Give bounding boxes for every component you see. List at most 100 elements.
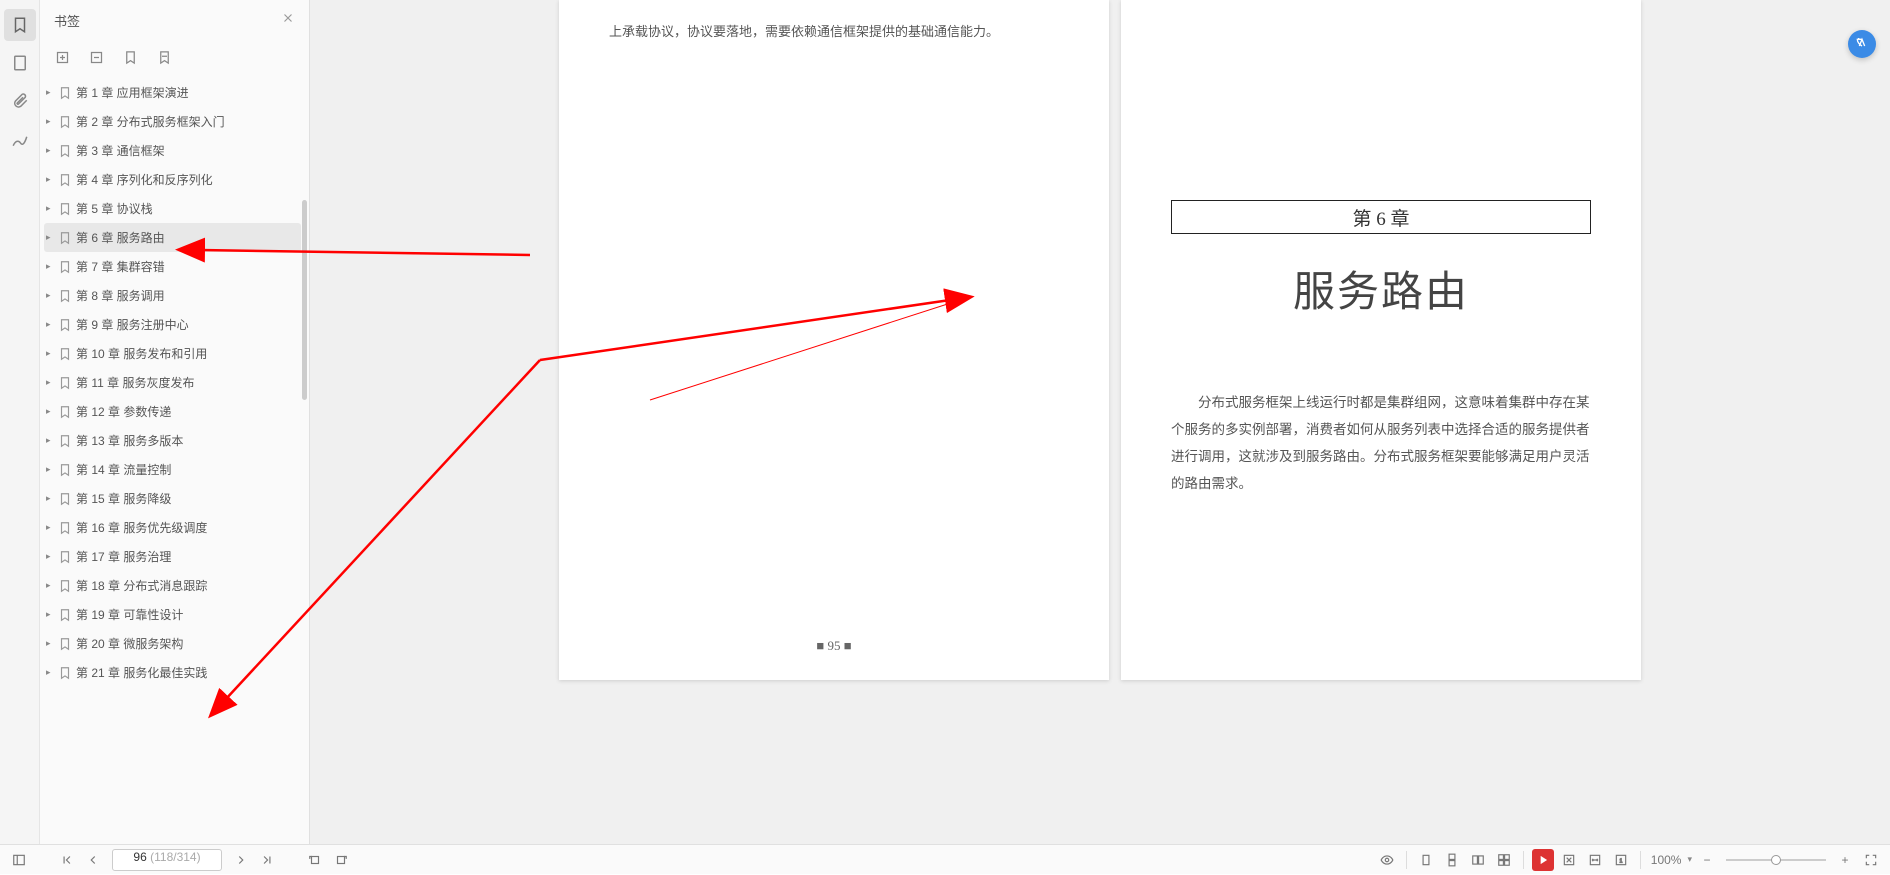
zoom-slider-thumb[interactable]: [1771, 855, 1781, 865]
expand-arrow-icon[interactable]: ▸: [46, 493, 56, 504]
bookmark-label: 第 16 章 服务优先级调度: [76, 519, 207, 536]
facing-continuous-button[interactable]: [1493, 849, 1515, 871]
bookmark-icon: [58, 608, 72, 622]
bookmark-label: 第 19 章 可靠性设计: [76, 606, 183, 623]
bookmark-label: 第 20 章 微服务架构: [76, 635, 183, 652]
expand-arrow-icon[interactable]: ▸: [46, 319, 56, 330]
bookmark-label: 第 4 章 序列化和反序列化: [76, 171, 213, 188]
expand-arrow-icon[interactable]: ▸: [46, 638, 56, 649]
bookmark-label: 第 8 章 服务调用: [76, 287, 165, 304]
expand-arrow-icon[interactable]: ▸: [46, 609, 56, 620]
expand-arrow-icon[interactable]: ▸: [46, 290, 56, 301]
bookmark-item[interactable]: ▸ 第 20 章 微服务架构: [44, 629, 301, 658]
bookmark-label: 第 6 章 服务路由: [76, 229, 165, 246]
bookmark-item[interactable]: ▸ 第 3 章 通信框架: [44, 136, 301, 165]
bookmark-item[interactable]: ▸ 第 7 章 集群容错: [44, 252, 301, 281]
bookmark-item[interactable]: ▸ 第 8 章 服务调用: [44, 281, 301, 310]
bookmark-label: 第 17 章 服务治理: [76, 548, 171, 565]
bookmark-item[interactable]: ▸ 第 14 章 流量控制: [44, 455, 301, 484]
page-right: 第 6 章 服务路由 分布式服务框架上线运行时都是集群组网，这意味着集群中存在某…: [1121, 0, 1641, 680]
expand-arrow-icon[interactable]: ▸: [46, 116, 56, 127]
expand-arrow-icon[interactable]: ▸: [46, 261, 56, 272]
bookmark-item[interactable]: ▸ 第 15 章 服务降级: [44, 484, 301, 513]
actual-size-button[interactable]: 1: [1610, 849, 1632, 871]
zoom-slider-track[interactable]: [1726, 859, 1826, 861]
bookmark-item[interactable]: ▸ 第 11 章 服务灰度发布: [44, 368, 301, 397]
bookmark-item[interactable]: ▸ 第 4 章 序列化和反序列化: [44, 165, 301, 194]
next-page-button[interactable]: [230, 849, 252, 871]
bookmark-item[interactable]: ▸ 第 13 章 服务多版本: [44, 426, 301, 455]
bookmark-icon: [58, 144, 72, 158]
rotate-right-button[interactable]: [330, 849, 352, 871]
chapter-box: 第 6 章: [1171, 200, 1591, 234]
expand-arrow-icon[interactable]: ▸: [46, 551, 56, 562]
signature-panel-button[interactable]: [4, 123, 36, 155]
bookmark-item[interactable]: ▸ 第 19 章 可靠性设计: [44, 600, 301, 629]
expand-arrow-icon[interactable]: ▸: [46, 580, 56, 591]
bookmark-item[interactable]: ▸ 第 6 章 服务路由: [44, 223, 301, 252]
bookmark-panel-button[interactable]: [4, 9, 36, 41]
delete-bookmark-button[interactable]: [152, 45, 176, 69]
attachments-panel-button[interactable]: [4, 85, 36, 117]
document-viewport[interactable]: 上承载协议，协议要落地，需要依赖通信框架提供的基础通信能力。 ■ 95 ■ 第 …: [310, 0, 1890, 858]
expand-arrow-icon[interactable]: ▸: [46, 667, 56, 678]
bookmark-item[interactable]: ▸ 第 17 章 服务治理: [44, 542, 301, 571]
bookmark-item[interactable]: ▸ 第 2 章 分布式服务框架入门: [44, 107, 301, 136]
pages-panel-button[interactable]: [4, 47, 36, 79]
svg-text:1: 1: [1619, 858, 1622, 864]
bookmark-item[interactable]: ▸ 第 10 章 服务发布和引用: [44, 339, 301, 368]
bookmark-label: 第 12 章 参数传递: [76, 403, 171, 420]
bookmark-item[interactable]: ▸ 第 18 章 分布式消息跟踪: [44, 571, 301, 600]
expand-arrow-icon[interactable]: ▸: [46, 406, 56, 417]
bookmarks-sidebar: 书签 ▸ 第 1 章 应用框架演进 ▸ 第 2 章 分布式服务框架入门: [40, 0, 310, 874]
bookmark-item[interactable]: ▸ 第 1 章 应用框架演进: [44, 78, 301, 107]
bookmark-list[interactable]: ▸ 第 1 章 应用框架演进 ▸ 第 2 章 分布式服务框架入门 ▸ 第 3 章…: [40, 74, 309, 874]
single-page-button[interactable]: [1415, 849, 1437, 871]
bookmark-item[interactable]: ▸ 第 9 章 服务注册中心: [44, 310, 301, 339]
first-page-button[interactable]: [56, 849, 78, 871]
last-page-button[interactable]: [256, 849, 278, 871]
fit-width-button[interactable]: [1584, 849, 1606, 871]
expand-arrow-icon[interactable]: ▸: [46, 377, 56, 388]
expand-arrow-icon[interactable]: ▸: [46, 464, 56, 475]
expand-arrow-icon[interactable]: ▸: [46, 203, 56, 214]
bookmark-item[interactable]: ▸ 第 5 章 协议栈: [44, 194, 301, 223]
add-bookmark-button[interactable]: [118, 45, 142, 69]
zoom-dropdown-icon[interactable]: ▾: [1687, 854, 1692, 865]
panel-toggle-button[interactable]: [8, 849, 30, 871]
expand-arrow-icon[interactable]: ▸: [46, 174, 56, 185]
expand-arrow-icon[interactable]: ▸: [46, 522, 56, 533]
bookmark-label: 第 2 章 分布式服务框架入门: [76, 113, 225, 130]
expand-all-button[interactable]: [50, 45, 74, 69]
zoom-out-button[interactable]: −: [1696, 849, 1718, 871]
bookmark-icon: [58, 86, 72, 100]
bookmark-label: 第 3 章 通信框架: [76, 142, 165, 159]
continuous-page-button[interactable]: [1441, 849, 1463, 871]
page-input[interactable]: 96 (118/314): [112, 849, 222, 871]
fit-page-button[interactable]: [1558, 849, 1580, 871]
facing-page-button[interactable]: [1467, 849, 1489, 871]
bookmark-label: 第 5 章 协议栈: [76, 200, 153, 217]
expand-arrow-icon[interactable]: ▸: [46, 232, 56, 243]
bookmark-item[interactable]: ▸ 第 12 章 参数传递: [44, 397, 301, 426]
sidebar-close-button[interactable]: [281, 11, 295, 30]
sidebar-scrollbar-thumb[interactable]: [302, 200, 307, 400]
expand-arrow-icon[interactable]: ▸: [46, 348, 56, 359]
bookmark-item[interactable]: ▸ 第 16 章 服务优先级调度: [44, 513, 301, 542]
translate-badge[interactable]: [1848, 30, 1876, 58]
bookmark-icon: [58, 260, 72, 274]
bookmark-icon: [58, 463, 72, 477]
prev-page-button[interactable]: [82, 849, 104, 871]
expand-arrow-icon[interactable]: ▸: [46, 87, 56, 98]
rotate-left-button[interactable]: [304, 849, 326, 871]
bookmark-item[interactable]: ▸ 第 21 章 服务化最佳实践: [44, 658, 301, 687]
zoom-in-button[interactable]: +: [1834, 849, 1856, 871]
expand-arrow-icon[interactable]: ▸: [46, 435, 56, 446]
status-bar: 96 (118/314): [0, 844, 1890, 874]
presentation-button[interactable]: [1532, 849, 1554, 871]
eye-mode-button[interactable]: [1376, 849, 1398, 871]
collapse-all-button[interactable]: [84, 45, 108, 69]
expand-arrow-icon[interactable]: ▸: [46, 145, 56, 156]
bookmark-label: 第 18 章 分布式消息跟踪: [76, 577, 207, 594]
fullscreen-button[interactable]: [1860, 849, 1882, 871]
